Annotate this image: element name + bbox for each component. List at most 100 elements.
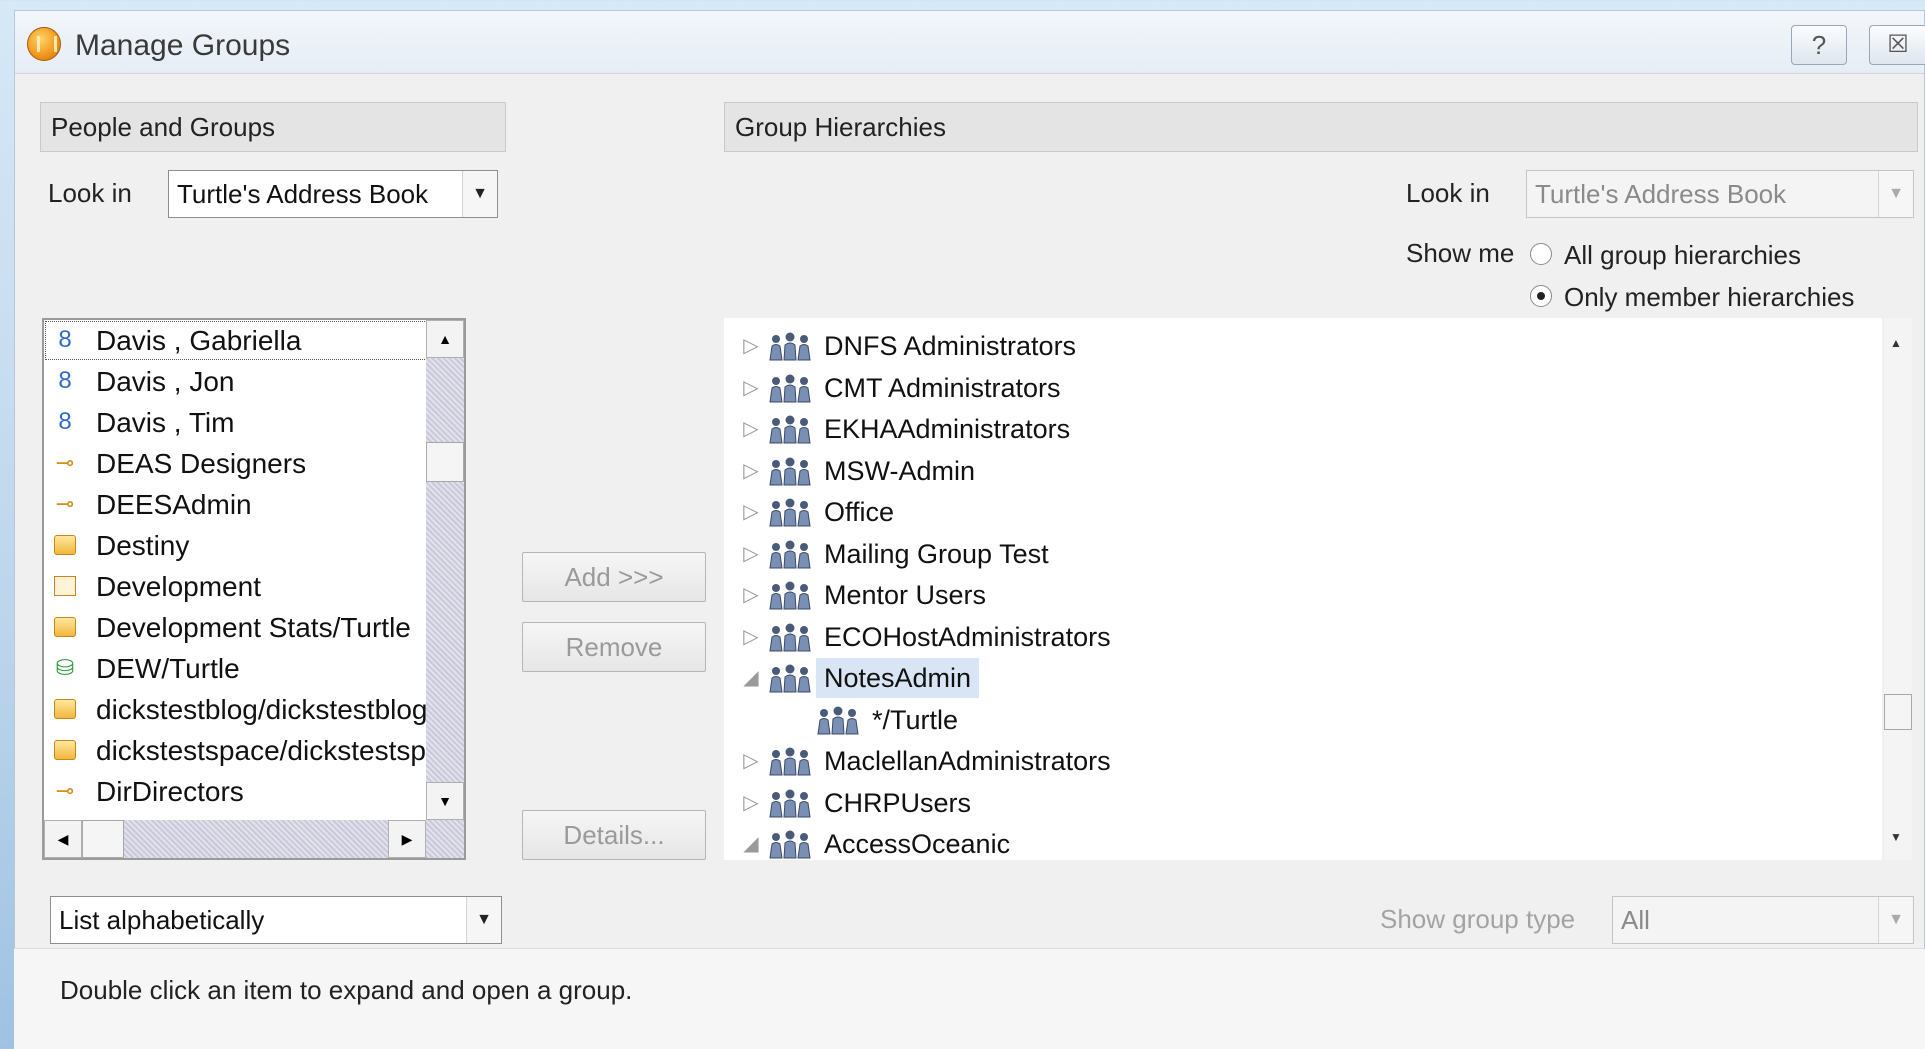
group-icon (768, 374, 812, 404)
scroll-left-button[interactable]: ◀ (44, 820, 82, 858)
tree-node[interactable]: ▷ ECOHostAdministrators (724, 617, 1882, 657)
list-item-label: DEESAdmin (96, 489, 252, 520)
status-bar: Double click an item to expand and open … (14, 948, 1925, 1049)
tree-node-label: DNFS Administrators (824, 331, 1077, 361)
scroll-down-button[interactable]: ▼ (426, 782, 464, 820)
group-type-select[interactable]: All ▼ (1612, 896, 1914, 944)
scroll-right-button[interactable]: ▶ (388, 820, 426, 858)
list-item[interactable]: 8 Davis , Gabriella (44, 320, 464, 361)
sort-select[interactable]: List alphabetically ▼ (50, 896, 502, 944)
chevron-down-icon[interactable]: ▼ (1878, 897, 1913, 943)
tree-node[interactable]: ▷ Mentor Users (724, 575, 1882, 615)
chevron-down-icon[interactable]: ▼ (462, 171, 497, 217)
help-button[interactable]: ? (1791, 25, 1847, 65)
radio-all-icon[interactable] (1530, 243, 1552, 266)
radio-all-hierarchies[interactable]: All group hierarchies (1530, 240, 1801, 271)
tree-scroll-up-icon[interactable]: ▲ (1890, 336, 1902, 350)
list-item-label: Development (96, 571, 261, 602)
left-look-in-select[interactable]: Turtle's Address Book ▼ (168, 170, 498, 218)
list-item[interactable]: Development Stats/Turtle (44, 607, 464, 648)
list-item[interactable]: ⛁ DEW/Turtle (44, 648, 464, 689)
show-me-label: Show me (1406, 238, 1515, 268)
tree-vertical-scrollbar[interactable]: ▲ ▼ (1884, 318, 1912, 860)
group-hierarchy-tree[interactable]: ▷ DNFS Administrators ▷ CMT Administrators ▷… (724, 318, 1882, 860)
expand-arrow-icon[interactable]: ▷ (742, 326, 760, 366)
chevron-down-icon[interactable]: ▼ (466, 897, 501, 943)
tree-node[interactable]: ▷ Mailing Group Test (724, 534, 1882, 574)
scroll-up-button[interactable]: ▲ (426, 320, 464, 358)
key-icon: ⊸ (55, 450, 75, 475)
tree-scroll-thumb[interactable] (1884, 694, 1912, 730)
tree-node-label: EKHAAdministrators (824, 414, 1071, 444)
key-icon: ⊸ (55, 491, 75, 516)
tree-node[interactable]: ▷ CMT Administrators (724, 368, 1882, 408)
left-look-in-label: Look in (48, 178, 132, 208)
tree-node-label: CHRPUsers (824, 787, 972, 818)
tree-node[interactable]: ▷ MaclellanAdministrators (724, 741, 1882, 781)
tree-scroll-down-icon[interactable]: ▼ (1890, 830, 1902, 844)
list-item[interactable]: dickstestblog/dickstestblog (44, 689, 464, 730)
list-item-label: DEAS Designers (96, 448, 307, 479)
list-item[interactable]: Development (44, 566, 464, 607)
people-groups-list[interactable]: 8 Davis , Gabriella 8 Davis , Jon 8 Davis , T… (42, 318, 466, 860)
database-icon: ⛁ (55, 655, 75, 680)
radio-member-hierarchies[interactable]: Only member hierarchies (1530, 282, 1854, 313)
tree-node[interactable]: ▷ CHRPUsers (724, 783, 1882, 823)
tree-node[interactable]: ▷ Office (724, 492, 1882, 532)
list-item[interactable]: ⊸ DEAS Designers (44, 443, 464, 484)
details-button[interactable]: Details... (522, 810, 706, 860)
radio-member-icon[interactable] (1530, 285, 1552, 308)
vertical-scroll-thumb[interactable] (426, 442, 464, 482)
group-icon (768, 332, 812, 362)
expand-arrow-icon[interactable]: ▷ (742, 617, 760, 657)
tree-node-label: Mailing Group Test (824, 538, 1049, 569)
expand-arrow-icon[interactable]: ▷ (742, 451, 760, 491)
radio-all-label: All group hierarchies (1564, 240, 1802, 270)
list-item[interactable]: dickstestspace/dickstestspace (44, 730, 464, 771)
expand-arrow-icon[interactable]: ▷ (742, 534, 760, 574)
horizontal-scrollbar[interactable]: ◀ ▶ (44, 820, 464, 858)
tree-node[interactable]: */Turtle (724, 700, 1882, 740)
group-icon (768, 415, 812, 445)
tree-node-label: AccessOceanic (824, 829, 1011, 859)
vertical-scrollbar[interactable]: ▲ ▼ (426, 320, 464, 820)
tree-node[interactable]: ◢ NotesAdmin (724, 658, 1882, 698)
expand-arrow-icon[interactable]: ▷ (742, 368, 760, 408)
horizontal-scroll-thumb[interactable] (82, 820, 124, 858)
collapse-arrow-icon[interactable]: ◢ (742, 658, 760, 698)
list-item[interactable]: 8 Davis , Jon (44, 361, 464, 402)
list-item[interactable]: Destiny (44, 525, 464, 566)
expand-arrow-icon[interactable]: ▷ (742, 741, 760, 781)
list-item[interactable]: 8 Davis , Tim (44, 402, 464, 443)
folder-icon (54, 699, 76, 719)
person-icon: 8 (58, 408, 72, 435)
expand-arrow-icon[interactable]: ▷ (742, 783, 760, 823)
close-button[interactable]: ☒ (1869, 25, 1925, 65)
tree-node[interactable]: ▷ MSW-Admin (724, 451, 1882, 491)
expand-arrow-icon[interactable]: ▷ (742, 409, 760, 449)
group-icon (768, 789, 812, 819)
tree-node[interactable]: ◢ AccessOceanic (724, 824, 1882, 860)
list-item[interactable]: ⊸ DirDirectors (44, 771, 464, 812)
tree-node-label: MaclellanAdministrators (824, 746, 1111, 776)
show-group-type-label: Show group type (1380, 904, 1576, 934)
person-icon: 8 (58, 367, 72, 394)
expand-arrow-icon[interactable]: ▷ (742, 575, 760, 615)
remove-button[interactable]: Remove (522, 622, 706, 672)
right-look-in-select[interactable]: Turtle's Address Book ▼ (1526, 170, 1914, 218)
group-icon (768, 830, 812, 860)
key-icon: ⊸ (55, 778, 75, 803)
list-item-label: Destiny (96, 530, 190, 561)
tree-node[interactable]: ▷ EKHAAdministrators (724, 409, 1882, 449)
collapse-arrow-icon[interactable]: ◢ (742, 824, 760, 860)
expand-arrow-icon[interactable]: ▷ (742, 492, 760, 532)
tree-node[interactable]: ▷ DNFS Administrators (724, 326, 1882, 366)
folder-icon (54, 535, 76, 555)
tree-node-label: ECOHostAdministrators (824, 621, 1111, 652)
tree-node-label: */Turtle (872, 704, 959, 735)
chevron-down-icon[interactable]: ▼ (1878, 171, 1913, 217)
list-item[interactable]: ⊸ DEESAdmin (44, 484, 464, 525)
folder-icon (54, 617, 76, 637)
group-icon (816, 706, 860, 736)
add-button[interactable]: Add >>> (522, 552, 706, 602)
